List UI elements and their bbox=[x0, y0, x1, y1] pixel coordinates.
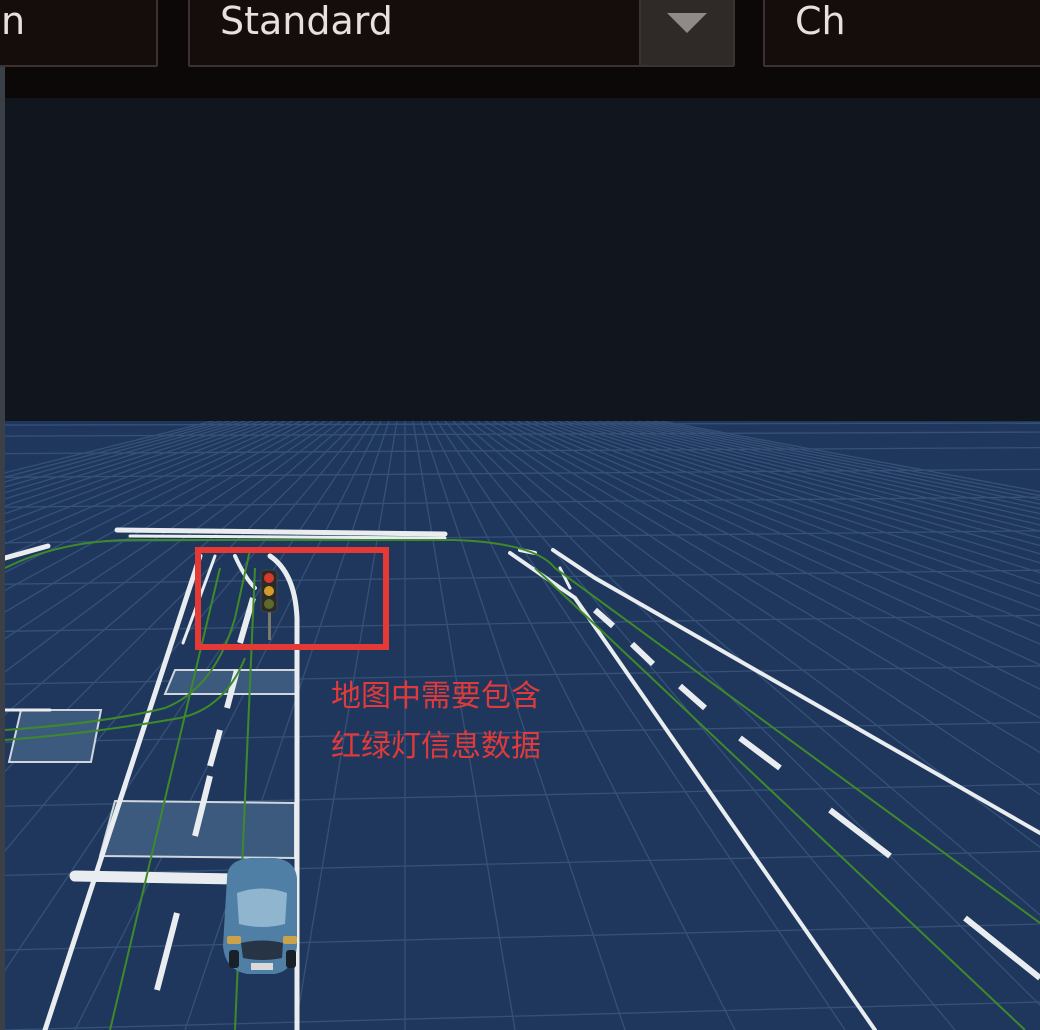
annotation-text: 地图中需要包含 红绿灯信息数据 bbox=[331, 672, 541, 772]
map-3d-viewport[interactable]: 地图中需要包含 红绿灯信息数据 bbox=[5, 98, 1040, 1030]
car-icon bbox=[223, 858, 297, 974]
mode-select-value: Standard bbox=[220, 0, 393, 43]
mode-select[interactable]: Standard bbox=[188, 0, 735, 67]
chevron-down-icon bbox=[667, 13, 707, 33]
next-field[interactable]: Ch bbox=[763, 0, 1040, 67]
previous-field[interactable]: n bbox=[0, 0, 158, 67]
next-field-text: Ch bbox=[795, 0, 846, 43]
toolbar: n Standard Ch bbox=[0, 0, 1040, 98]
previous-field-text: n bbox=[1, 0, 26, 43]
dropdown-button[interactable] bbox=[639, 0, 733, 65]
annotation-line-1: 地图中需要包含 bbox=[331, 679, 541, 714]
annotation-line-2: 红绿灯信息数据 bbox=[331, 729, 541, 764]
scene-canvas bbox=[5, 421, 1040, 1030]
